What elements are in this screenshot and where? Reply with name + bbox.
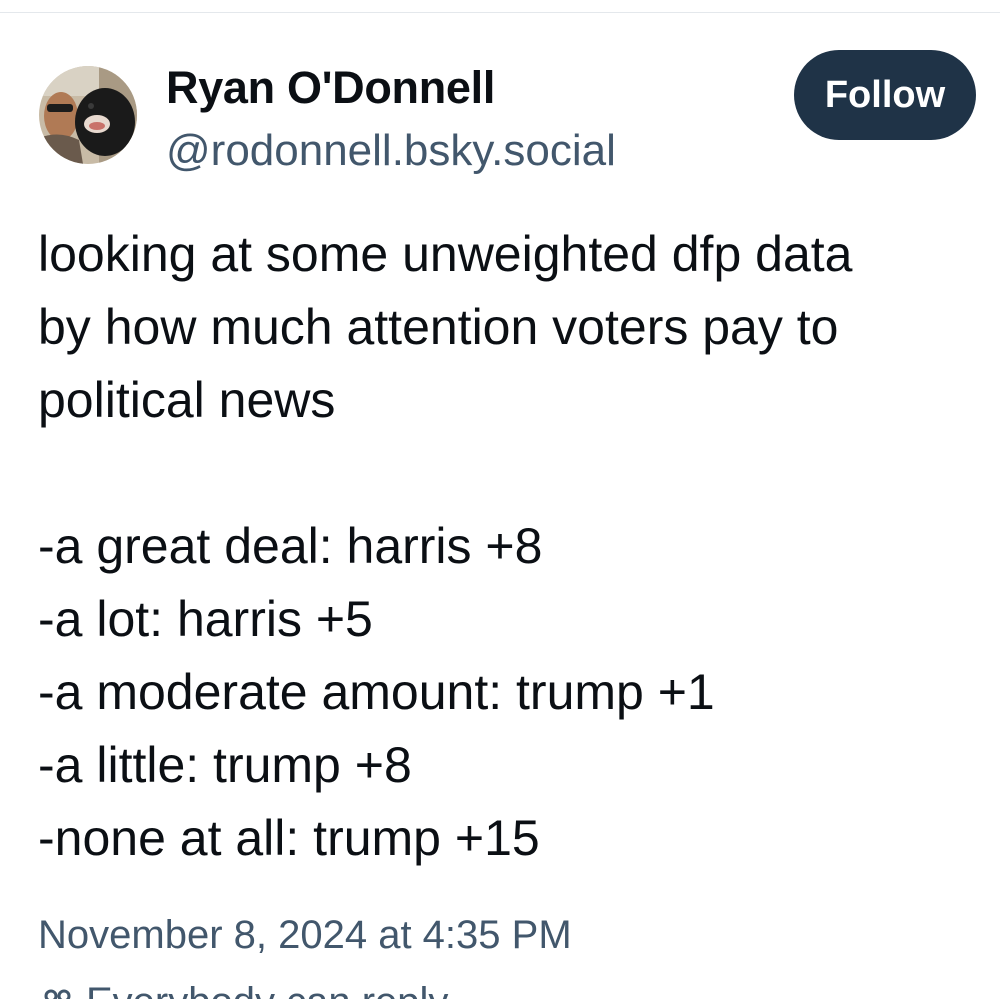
post-list-item: -none at all: trump +15 bbox=[38, 810, 540, 866]
follow-button[interactable]: Follow bbox=[794, 50, 976, 140]
post-line: looking at some unweighted dfp data bbox=[38, 226, 853, 282]
top-divider bbox=[0, 0, 1000, 13]
reply-setting-label: Everybody can reply bbox=[86, 975, 448, 999]
author-display-name[interactable]: Ryan O'Donnell bbox=[166, 60, 495, 116]
people-icon bbox=[44, 989, 71, 999]
post-list-item: -a great deal: harris +8 bbox=[38, 518, 543, 574]
post-line: by how much attention voters pay to bbox=[38, 299, 839, 355]
author-avatar[interactable] bbox=[39, 66, 137, 164]
post-list-item: -a lot: harris +5 bbox=[38, 591, 373, 647]
post-timestamp[interactable]: November 8, 2024 at 4:35 PM bbox=[38, 908, 572, 962]
avatar-photo-icon bbox=[39, 66, 137, 164]
post-list-item: -a moderate amount: trump +1 bbox=[38, 664, 715, 720]
post-body: looking at some unweighted dfp data by h… bbox=[38, 218, 988, 875]
post-line: political news bbox=[38, 372, 336, 428]
reply-setting[interactable]: Everybody can reply bbox=[40, 975, 448, 999]
author-handle[interactable]: @rodonnell.bsky.social bbox=[166, 124, 616, 178]
post-list-item: -a little: trump +8 bbox=[38, 737, 412, 793]
